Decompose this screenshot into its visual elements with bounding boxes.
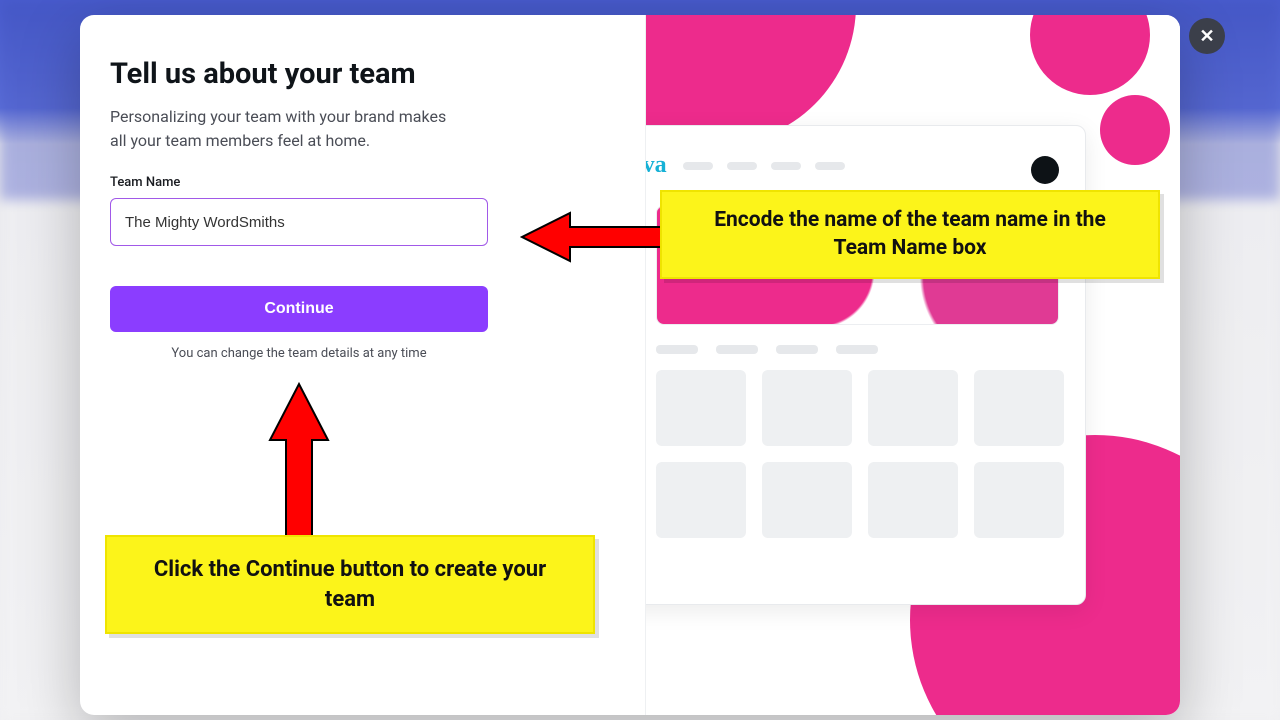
modal-illustration-column: Canva [645, 15, 1180, 715]
skeleton-tags [656, 345, 1059, 354]
avatar [1031, 156, 1059, 184]
close-icon: ✕ [1199, 26, 1214, 47]
continue-button[interactable]: Continue [110, 286, 488, 332]
canva-logo: Canva [645, 152, 667, 179]
decorative-blob [1100, 95, 1170, 165]
callout-input-tip: Encode the name of the team name in the … [660, 190, 1160, 279]
team-name-label: Team Name [110, 175, 615, 190]
callout-button-tip: Click the Continue button to create your… [105, 535, 595, 634]
arrow-to-continue-icon [264, 380, 334, 540]
team-details-hint: You can change the team details at any t… [110, 346, 488, 361]
close-button[interactable]: ✕ [1189, 18, 1225, 54]
skeleton-grid [656, 370, 1059, 538]
modal-subtitle: Personalizing your team with your brand … [110, 105, 460, 153]
skeleton-nav [683, 162, 845, 170]
modal-title: Tell us about your team [110, 57, 615, 91]
decorative-blob [1030, 15, 1150, 95]
arrow-to-input-icon [520, 205, 665, 269]
team-name-input[interactable] [110, 198, 488, 246]
